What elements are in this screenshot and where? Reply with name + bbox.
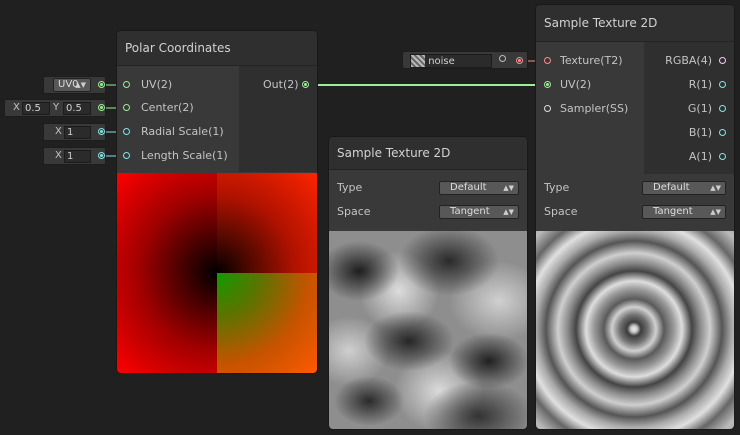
texture-thumbnail-icon xyxy=(411,55,425,67)
port-dot xyxy=(302,81,309,88)
input-port-radial-scale[interactable]: Radial Scale(1) xyxy=(123,123,224,141)
port-dot xyxy=(123,104,130,111)
sample-texture-2d-node-swirl[interactable]: Sample Texture 2D Texture(T2) UV(2) Samp… xyxy=(536,5,734,429)
chevron-updown-icon: ▲▼ xyxy=(75,81,86,89)
center-x-field[interactable]: 0.5 xyxy=(22,102,50,115)
port-dot xyxy=(123,128,130,135)
input-port-center[interactable]: Center(2) xyxy=(123,99,194,117)
port-dot xyxy=(123,81,130,88)
type-dropdown[interactable]: Default ▲▼ xyxy=(439,181,519,195)
output-port-a[interactable]: A(1) xyxy=(689,148,726,166)
object-picker-icon[interactable] xyxy=(499,55,506,62)
node-title: Polar Coordinates xyxy=(117,31,317,66)
length-x-label: X xyxy=(55,150,62,161)
port-dot xyxy=(544,105,551,112)
center-y-field[interactable]: 0.5 xyxy=(63,102,91,115)
port-label: Radial Scale(1) xyxy=(141,125,224,138)
radial-x-field[interactable]: 1 xyxy=(64,126,91,139)
texture-asset-name: noise xyxy=(428,56,455,67)
space-label: Space xyxy=(544,205,578,218)
output-port-b[interactable]: B(1) xyxy=(689,124,726,142)
type-value: Default xyxy=(653,182,690,193)
port-label: Center(2) xyxy=(141,101,194,114)
chevron-updown-icon: ▲▼ xyxy=(710,184,721,192)
input-port-uv[interactable]: UV(2) xyxy=(123,76,172,94)
space-label: Space xyxy=(337,205,371,218)
input-port-texture[interactable]: Texture(T2) xyxy=(544,52,623,70)
port-dot xyxy=(544,81,551,88)
port-dot xyxy=(719,57,726,64)
input-port-length-scale[interactable]: Length Scale(1) xyxy=(123,147,228,165)
port-label: RGBA(4) xyxy=(665,54,712,67)
port-dot xyxy=(123,152,130,159)
sample-texture-2d-node-noise[interactable]: Sample Texture 2D Type Default ▲▼ Space … xyxy=(329,137,527,429)
input-port-uv[interactable]: UV(2) xyxy=(544,76,591,94)
port-label: A(1) xyxy=(688,150,712,163)
polar-coordinates-preview xyxy=(117,173,317,373)
space-value: Tangent xyxy=(653,206,693,217)
uv-inline-port[interactable] xyxy=(98,81,105,88)
center-x-label: X xyxy=(13,102,20,113)
length-x-field[interactable]: 1 xyxy=(64,150,91,163)
type-label: Type xyxy=(544,181,570,194)
texture-inline-port[interactable] xyxy=(516,57,523,64)
port-label: Sampler(SS) xyxy=(560,102,629,115)
port-label: UV(2) xyxy=(560,78,592,91)
port-label: G(1) xyxy=(687,102,712,115)
type-dropdown[interactable]: Default ▲▼ xyxy=(642,181,726,195)
radial-x-label: X xyxy=(55,126,62,137)
type-value: Default xyxy=(450,182,487,193)
output-port-rgba[interactable]: RGBA(4) xyxy=(665,52,726,70)
node-title: Sample Texture 2D xyxy=(329,137,527,170)
space-value: Tangent xyxy=(450,206,490,217)
port-label: Length Scale(1) xyxy=(141,149,228,162)
length-inline-port[interactable] xyxy=(98,152,105,159)
radial-inline-port[interactable] xyxy=(98,128,105,135)
output-port-out[interactable]: Out(2) xyxy=(263,76,309,94)
port-label: R(1) xyxy=(688,78,712,91)
polar-coordinates-node[interactable]: Polar Coordinates UV(2) Center(2) Radial… xyxy=(117,31,317,373)
texture-asset-field[interactable]: noise xyxy=(410,54,492,68)
swirl-texture-preview xyxy=(536,231,734,429)
node-title: Sample Texture 2D xyxy=(536,5,734,42)
chevron-updown-icon: ▲▼ xyxy=(503,208,514,216)
port-dot xyxy=(719,129,726,136)
center-y-label: Y xyxy=(53,102,60,113)
noise-texture-preview xyxy=(329,231,527,429)
chevron-updown-icon: ▲▼ xyxy=(503,184,514,192)
space-dropdown[interactable]: Tangent ▲▼ xyxy=(642,205,726,219)
port-dot xyxy=(719,153,726,160)
input-port-sampler[interactable]: Sampler(SS) xyxy=(544,100,628,118)
port-dot xyxy=(544,57,551,64)
uv-channel-dropdown[interactable]: UV0 ▲▼ xyxy=(53,78,91,92)
type-label: Type xyxy=(337,181,363,194)
chevron-updown-icon: ▲▼ xyxy=(710,208,721,216)
port-dot xyxy=(719,105,726,112)
output-port-r[interactable]: R(1) xyxy=(689,76,726,94)
port-dot xyxy=(719,81,726,88)
port-label: UV(2) xyxy=(141,78,173,91)
port-label: B(1) xyxy=(688,126,712,139)
port-label: Out(2) xyxy=(263,78,299,91)
port-label: Texture(T2) xyxy=(560,54,623,67)
space-dropdown[interactable]: Tangent ▲▼ xyxy=(439,205,519,219)
center-inline-port[interactable] xyxy=(98,104,105,111)
output-port-g[interactable]: G(1) xyxy=(688,100,726,118)
